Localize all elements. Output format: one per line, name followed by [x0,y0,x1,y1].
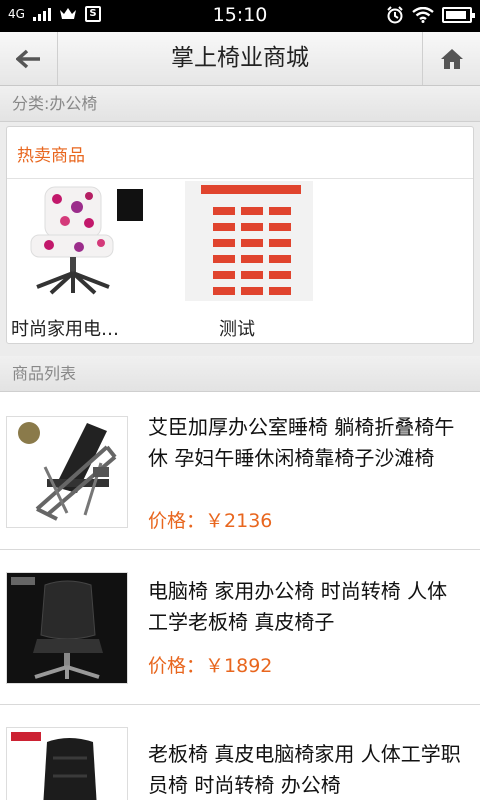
product-title: 老板椅 真皮电脑椅家用 人体工学职员椅 时尚转椅 办公椅 [148,742,461,797]
product-price: 价格：￥1892 [148,651,272,678]
product-price: 价格：￥2136 [148,506,272,533]
hot-products-title: 热卖商品 [7,127,473,179]
product-image [6,572,128,684]
hot-item-name: 时尚家用电… [11,319,119,340]
home-button[interactable] [422,32,480,85]
list-item[interactable]: 电脑椅 家用办公椅 时尚转椅 人体工学老板椅 真皮椅子 价格：￥1892 [0,550,480,705]
product-list: 艾臣加厚办公室睡椅 躺椅折叠椅午休 孕妇午睡休闲椅靠椅子沙滩椅 价格：￥2136… [0,392,480,800]
product-title: 艾臣加厚办公室睡椅 躺椅折叠椅午休 孕妇午睡休闲椅靠椅子沙滩椅 [148,415,455,470]
back-button[interactable] [0,32,58,85]
hot-item[interactable]: 测试 [177,181,317,341]
product-image [6,416,128,528]
product-list-header: 商品列表 [0,356,480,392]
page-title: 掌上椅业商城 [171,45,309,71]
back-arrow-icon [15,49,40,68]
category-header: 分类:办公椅 [0,86,480,122]
hot-products-panel: 热卖商品 时尚家用电… 测试 [6,126,474,344]
price-value: ￥1892 [205,655,273,677]
battery-icon [442,7,475,23]
wifi-icon [412,7,434,23]
list-item[interactable]: 老板椅 真皮电脑椅家用 人体工学职员椅 时尚转椅 办公椅 [0,705,480,800]
product-image [6,727,128,800]
product-image [185,181,313,301]
list-item[interactable]: 艾臣加厚办公室睡椅 躺椅折叠椅午休 孕妇午睡休闲椅靠椅子沙滩椅 价格：￥2136 [0,392,480,550]
price-label: 价格： [148,510,206,532]
title-bar: 掌上椅业商城 [0,32,480,86]
price-value: ￥2136 [205,510,273,532]
alarm-icon [387,6,403,24]
home-icon [440,48,463,69]
product-title: 电脑椅 家用办公椅 时尚转椅 人体工学老板椅 真皮椅子 [148,579,448,634]
status-bar: 4G S 15:10 [0,0,480,32]
price-label: 价格： [148,655,206,677]
hot-item[interactable]: 时尚家用电… [11,181,151,341]
hot-item-name: 测试 [219,319,255,340]
product-image [19,181,147,301]
